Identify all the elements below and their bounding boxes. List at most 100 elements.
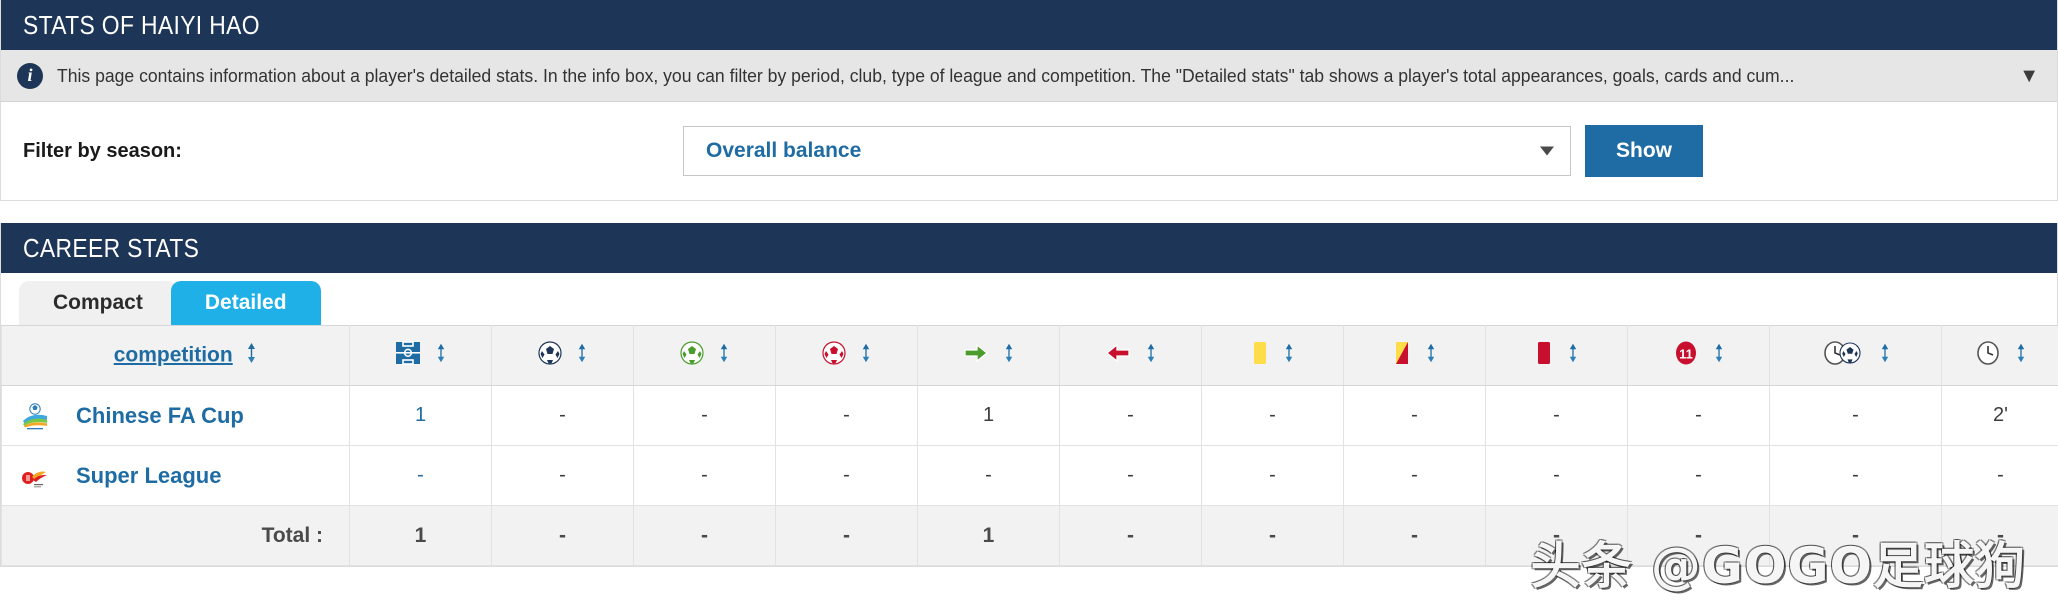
career-stats-title: CAREER STATS (23, 232, 200, 263)
football-blue-icon (537, 340, 562, 371)
cell-subbed-off: - (1059, 445, 1202, 506)
total-subbed-on: 1 (917, 505, 1060, 566)
table-header-row: competition 11 (1, 325, 2058, 386)
yellow-red-card-icon (1393, 340, 1411, 372)
total-yellow-cards: - (1201, 505, 1344, 566)
career-stats-header: CAREER STATS (1, 223, 2057, 273)
career-stats-table: competition 11 Chinese FA Cup 1 - - - 1 … (1, 325, 2058, 566)
column-header-appearances[interactable] (349, 325, 492, 386)
arrow-left-red-icon (1105, 342, 1131, 370)
total-appearances: 1 (349, 505, 492, 566)
cell-goals: - (491, 445, 634, 506)
sort-updown-icon[interactable] (1003, 342, 1015, 370)
cell-minutes-per-goal: - (1769, 385, 1942, 446)
show-button[interactable]: Show (1585, 125, 1703, 177)
cell-own-goals: - (775, 385, 918, 446)
sort-updown-icon[interactable] (1283, 342, 1295, 370)
caret-down-icon (1540, 146, 1554, 156)
sort-updown-icon[interactable] (245, 342, 258, 370)
competition-sort-link[interactable]: competition (114, 343, 233, 366)
cell-yellow-cards: - (1201, 445, 1344, 506)
table-total-row: Total : 1 - - - 1 - - - - - - - (1, 505, 2058, 566)
sort-updown-icon[interactable] (1567, 342, 1579, 370)
page-title: STATS OF HAIYI HAO (23, 9, 260, 40)
competition-cell: Super League (1, 445, 350, 506)
sort-updown-icon[interactable] (1145, 342, 1157, 370)
sort-updown-icon[interactable] (576, 342, 588, 370)
total-assists: - (633, 505, 776, 566)
cell-subbed-off: - (1059, 385, 1202, 446)
total-red-cards: - (1485, 505, 1628, 566)
total-minutes-per-goal: - (1769, 505, 1942, 566)
cell-own-goals: - (775, 445, 918, 506)
table-head: competition 11 (1, 325, 2058, 386)
cell-red-cards: - (1485, 385, 1628, 446)
clock-football-icon (1821, 340, 1865, 372)
chinese-fa-cup-logo (20, 401, 50, 431)
competition-name[interactable]: Chinese FA Cup (76, 403, 244, 429)
cell-minutes-played: - (1941, 445, 2058, 506)
column-header-subbed-on[interactable] (917, 325, 1060, 386)
cell-subbed-on: - (917, 445, 1060, 506)
sort-updown-icon[interactable] (1425, 342, 1437, 370)
cell-appearances[interactable]: - (349, 445, 492, 506)
tab-compact[interactable]: Compact (19, 281, 177, 325)
career-stats-panel: CAREER STATS Compact Detailed competitio… (0, 223, 2058, 567)
tab-detailed[interactable]: Detailed (170, 281, 321, 325)
column-header-second-yellow-cards[interactable] (1343, 325, 1486, 386)
chevron-down-icon[interactable]: ▼ (2009, 66, 2039, 86)
football-green-icon (679, 340, 704, 371)
cell-second-yellow-cards: - (1343, 385, 1486, 446)
sort-updown-icon[interactable] (1879, 342, 1891, 370)
sort-updown-icon[interactable] (2015, 342, 2027, 370)
column-header-assists[interactable] (633, 325, 776, 386)
cell-minutes-per-goal: - (1769, 445, 1942, 506)
sort-updown-icon[interactable] (1713, 342, 1725, 370)
filter-row: Filter by season: Overall balance Show (1, 102, 2057, 200)
clock-icon (1975, 340, 2001, 372)
info-icon: i (17, 62, 43, 89)
football-red-icon (821, 340, 846, 371)
yellow-card-icon (1251, 340, 1269, 372)
chinese-super-league-logo (20, 461, 50, 491)
total-own-goals: - (775, 505, 918, 566)
total-subbed-off: - (1059, 505, 1202, 566)
cell-minutes-played: 2' (1941, 385, 2058, 446)
stats-panel: STATS OF HAIYI HAO i This page contains … (0, 0, 2058, 201)
total-penalty-goals: - (1627, 505, 1770, 566)
column-header-own-goals[interactable] (775, 325, 918, 386)
total-second-yellow-cards: - (1343, 505, 1486, 566)
stats-panel-header: STATS OF HAIYI HAO (1, 0, 2057, 50)
cell-yellow-cards: - (1201, 385, 1344, 446)
total-minutes-played: - (1941, 505, 2058, 566)
cell-red-cards: - (1485, 445, 1628, 506)
sort-updown-icon[interactable] (860, 342, 872, 370)
penalty-11-icon: 11 (1673, 340, 1699, 372)
info-bar: i This page contains information about a… (1, 50, 2057, 102)
column-header-penalty-goals[interactable]: 11 (1627, 325, 1770, 386)
column-header-yellow-cards[interactable] (1201, 325, 1344, 386)
season-select[interactable]: Overall balance (683, 126, 1571, 176)
total-goals: - (491, 505, 634, 566)
page-root: STATS OF HAIYI HAO i This page contains … (0, 0, 2058, 616)
sort-updown-icon[interactable] (435, 342, 447, 370)
column-header-competition[interactable]: competition (1, 325, 350, 386)
column-header-minutes-per-goal[interactable] (1769, 325, 1942, 386)
season-select-value: Overall balance (706, 139, 862, 162)
table-body: Chinese FA Cup 1 - - - 1 - - - - - - 2' (1, 385, 2058, 566)
cell-assists: - (633, 445, 776, 506)
competition-name[interactable]: Super League (76, 463, 221, 489)
cell-assists: - (633, 385, 776, 446)
cell-goals: - (491, 385, 634, 446)
cell-penalty-goals: - (1627, 445, 1770, 506)
table-row: Super League - - - - - - - - - - - - (1, 445, 2058, 506)
panel-gap (0, 201, 2058, 223)
total-label: Total : (1, 505, 350, 566)
cell-appearances[interactable]: 1 (349, 385, 492, 446)
column-header-minutes-played[interactable] (1941, 325, 2058, 386)
svg-text:11: 11 (1679, 346, 1693, 361)
column-header-goals[interactable] (491, 325, 634, 386)
sort-updown-icon[interactable] (718, 342, 730, 370)
column-header-red-cards[interactable] (1485, 325, 1628, 386)
column-header-subbed-off[interactable] (1059, 325, 1202, 386)
